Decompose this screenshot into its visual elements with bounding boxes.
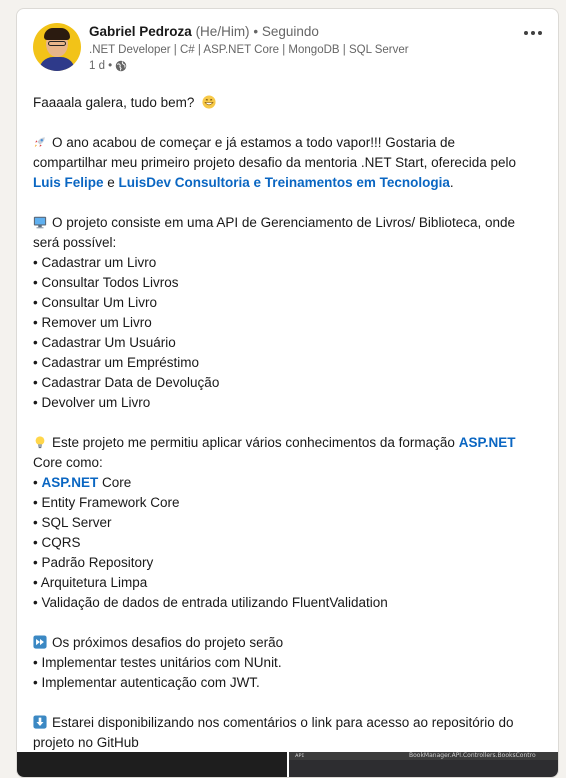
paragraph-3-line-1: Este projeto me permitiu aplicar vários … <box>33 433 548 453</box>
author-headline: .NET Developer | C# | ASP.NET Core | Mon… <box>89 44 409 56</box>
feature-item: • Cadastrar um Empréstimo <box>33 355 200 370</box>
tech-item: • SQL Server <box>33 515 112 530</box>
paragraph-1-line-1: O ano acabou de começar e já estamos a t… <box>33 133 548 153</box>
paragraph-1-line-2: compartilhar meu primeiro projeto desafi… <box>33 155 516 170</box>
post-body: Faaaala galera, tudo bem? O ano acabou d… <box>33 93 548 753</box>
hashtag-aspnet-core[interactable]: ASP.NET <box>41 475 98 490</box>
paragraph-3-line-2: Core como: <box>33 455 103 470</box>
hashtag-aspnet[interactable]: ASP.NET <box>459 435 516 450</box>
paragraph-1-line-3: Luis Felipe e LuisDev Consultoria e Trei… <box>33 175 454 190</box>
greeting-text: Faaaala galera, tudo bem? <box>33 95 195 110</box>
post-header: Gabriel Pedroza (He/Him) • Seguindo .NET… <box>33 23 546 83</box>
follow-status: Seguindo <box>261 24 319 39</box>
post-time: 1 d • <box>89 60 113 72</box>
separator-dot: • <box>253 24 259 39</box>
down-arrow-emoji-icon <box>33 715 47 729</box>
mention-luisdev[interactable]: LuisDev Consultoria e Treinamentos em Te… <box>119 175 450 190</box>
tech-item: • CQRS <box>33 535 81 550</box>
mention-luis-felipe[interactable]: Luis Felipe <box>33 175 104 190</box>
fast-forward-emoji-icon <box>33 635 47 649</box>
author-meta: Gabriel Pedroza (He/Him) • Seguindo .NET… <box>89 23 506 74</box>
avatar[interactable] <box>33 23 81 71</box>
lightbulb-emoji-icon <box>35 436 45 449</box>
paragraph-5-line-1: Estarei disponibilizando nos comentários… <box>33 713 548 733</box>
grin-emoji-icon <box>202 95 216 109</box>
paragraph-2-line-1: O projeto consiste em uma API de Gerenci… <box>33 213 548 233</box>
tech-item: • Validação de dados de entrada utilizan… <box>33 595 388 610</box>
paragraph-5-line-2: projeto no GitHub <box>33 735 139 750</box>
tech-item: • Padrão Repository <box>33 555 154 570</box>
paragraph-2-line-2: será possível: <box>33 235 117 250</box>
feature-item: • Cadastrar Um Usuário <box>33 335 176 350</box>
feature-item: • Remover um Livro <box>33 315 152 330</box>
computer-emoji-icon <box>33 216 47 229</box>
post-images: ᴀᴘɪ BookManager.API.Controllers.BooksCon… <box>17 752 558 777</box>
feature-item: • Cadastrar Data de Devolução <box>33 375 220 390</box>
feature-item: • Devolver um Livro <box>33 395 151 410</box>
feature-item: • Consultar Todos Livros <box>33 275 179 290</box>
author-pronouns: (He/Him) <box>195 24 250 39</box>
greeting-line: Faaaala galera, tudo bem? <box>33 93 548 113</box>
feature-item: • Cadastrar um Livro <box>33 255 157 270</box>
more-options-icon[interactable] <box>520 25 546 41</box>
tech-item: • Entity Framework Core <box>33 495 180 510</box>
post-image-thumbnail[interactable] <box>17 752 287 777</box>
next-item: • Implementar autenticação com JWT. <box>33 675 260 690</box>
paragraph-4-title: Os próximos desafios do projeto serão <box>33 633 548 653</box>
next-item: • Implementar testes unitários com NUnit… <box>33 655 282 670</box>
post-image-thumbnail[interactable]: ᴀᴘɪ BookManager.API.Controllers.BooksCon… <box>289 752 558 777</box>
author-name[interactable]: Gabriel Pedroza <box>89 24 192 39</box>
globe-icon <box>115 60 127 72</box>
post-card: Gabriel Pedroza (He/Him) • Seguindo .NET… <box>16 8 559 778</box>
rocket-emoji-icon <box>34 137 45 148</box>
feature-item: • Consultar Um Livro <box>33 295 158 310</box>
tech-item: • Arquitetura Limpa <box>33 575 148 590</box>
tech-item: • ASP.NET Core <box>33 475 132 490</box>
